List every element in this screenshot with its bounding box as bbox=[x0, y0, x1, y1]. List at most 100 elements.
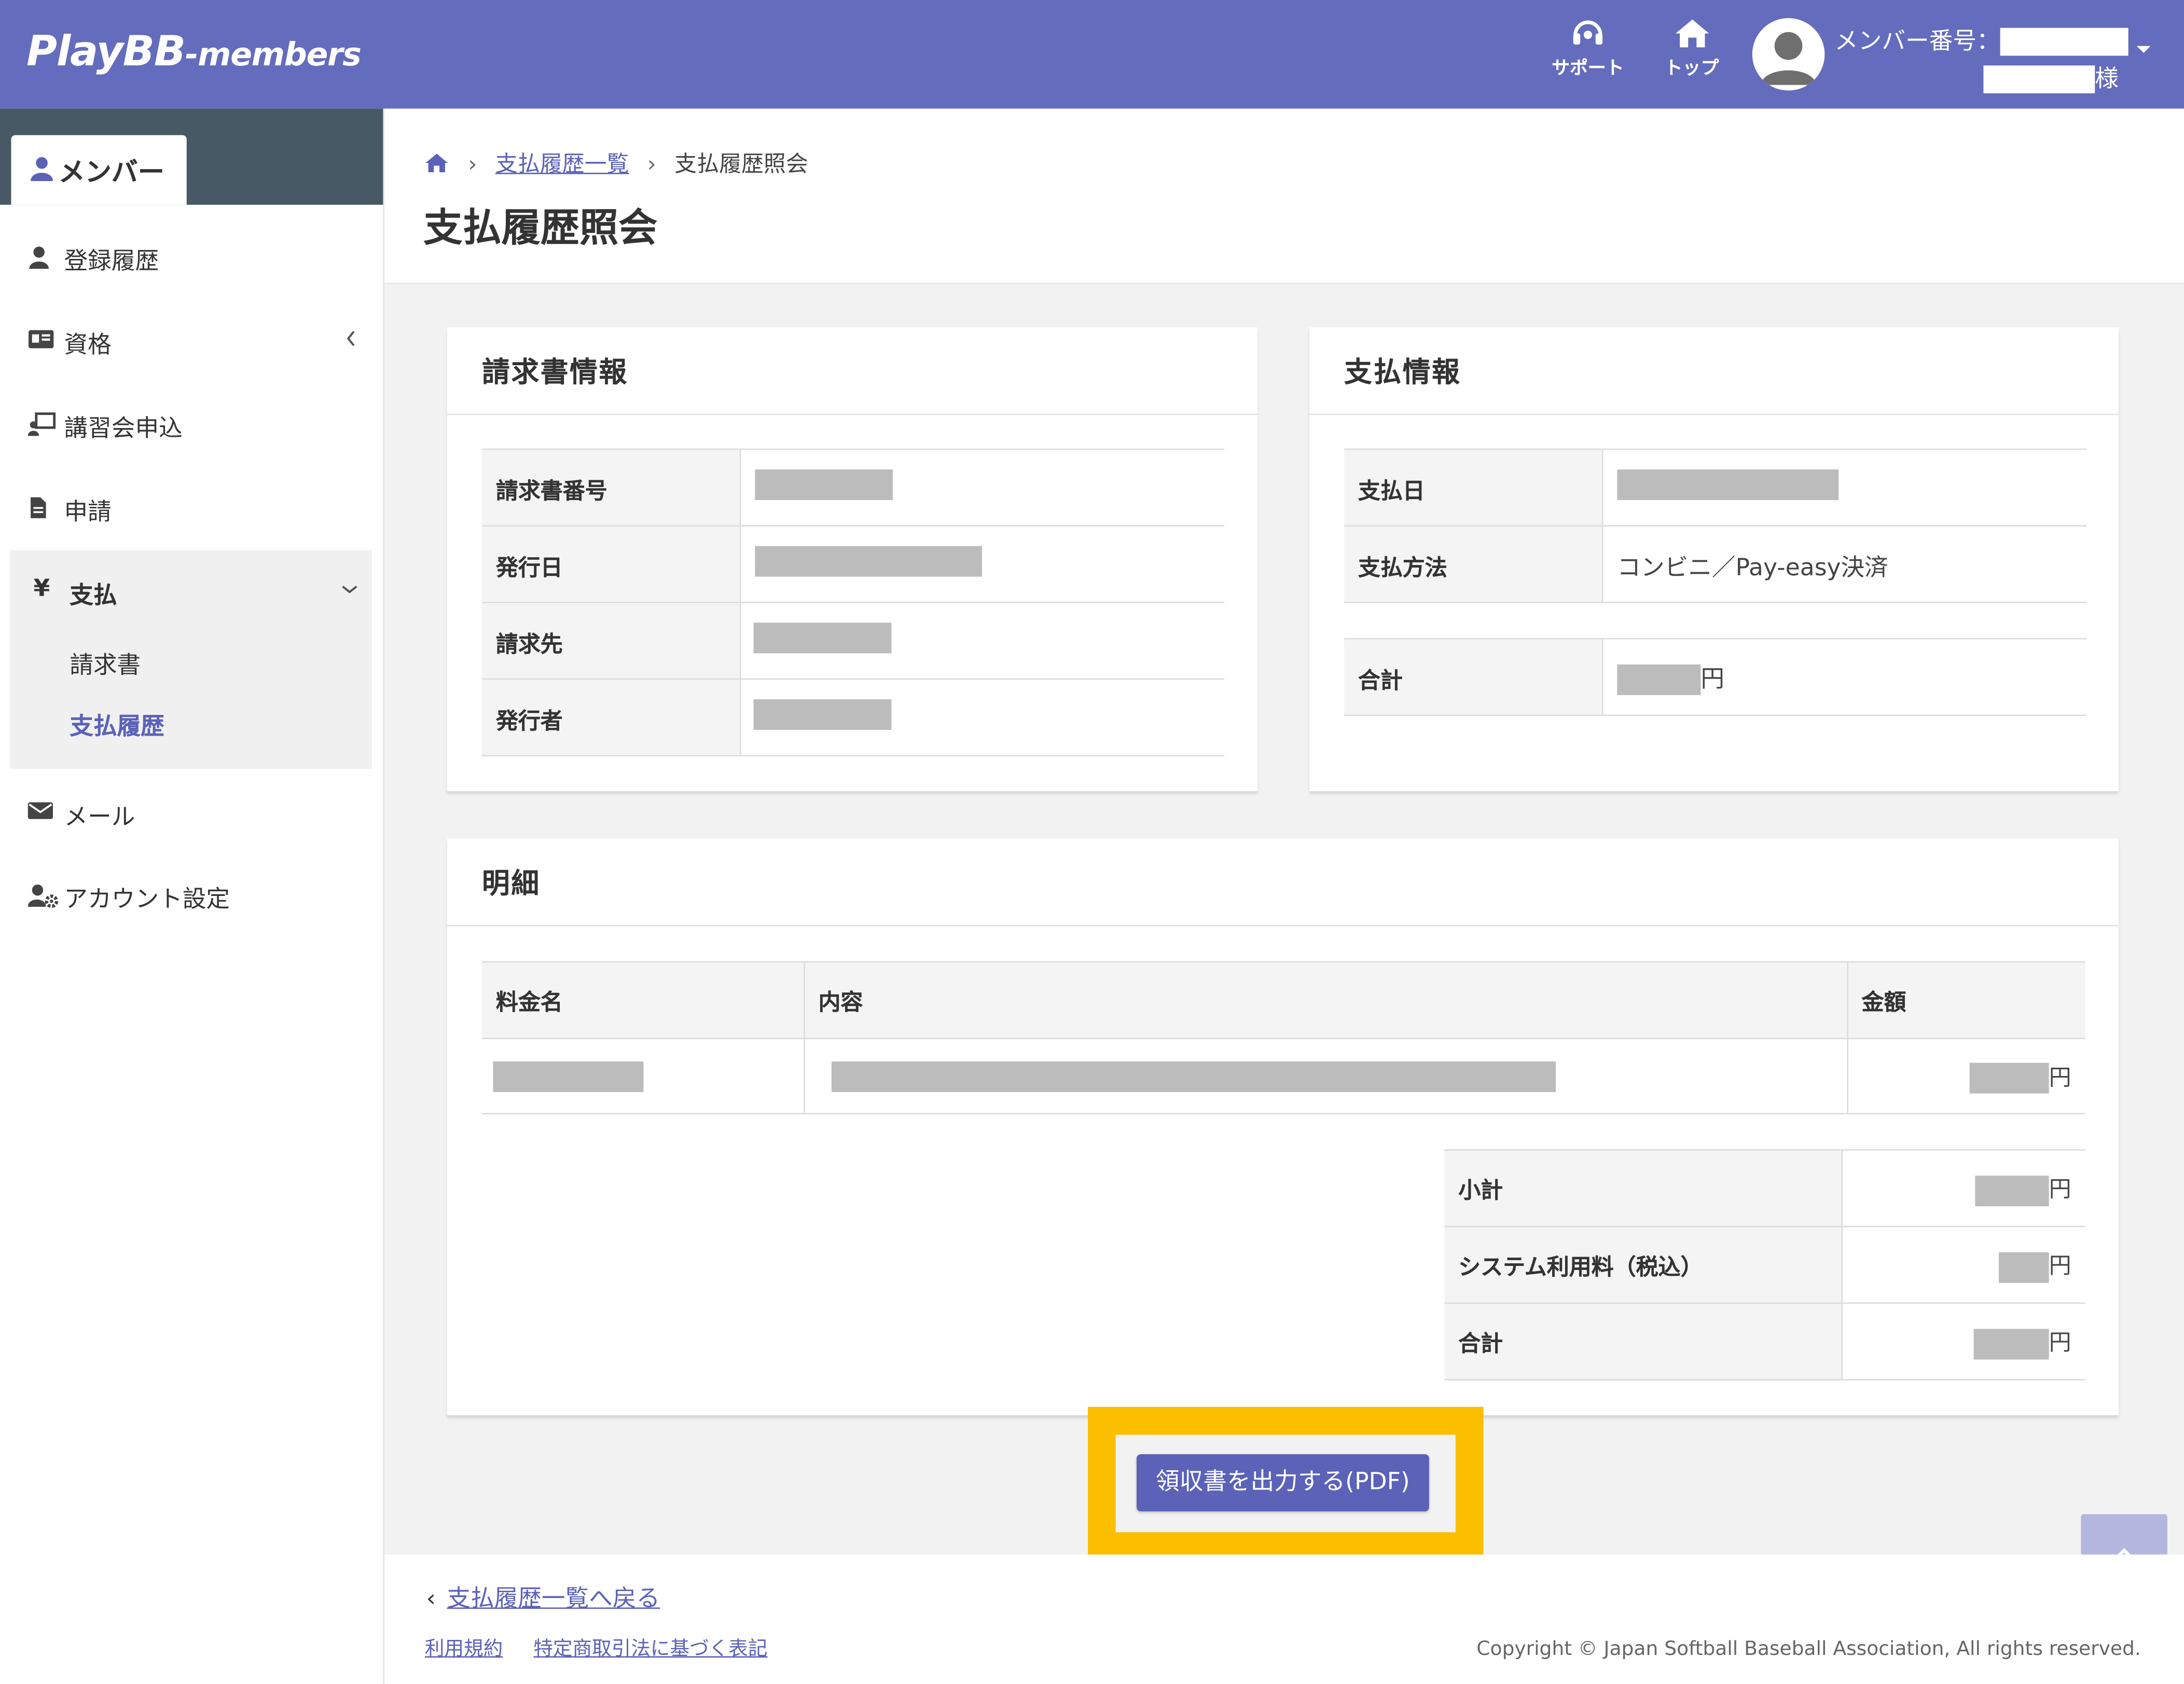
back-link-row: ‹ 支払履歴一覧へ戻る bbox=[426, 1578, 660, 1613]
highlight-inner: 領収書を出力する(PDF) bbox=[1115, 1434, 1456, 1533]
sidebar-subitem-invoice[interactable]: 請求書 bbox=[70, 645, 141, 680]
chevron-right-icon: › bbox=[647, 150, 656, 177]
user-silhouette-icon bbox=[1760, 32, 1817, 85]
yen-unit: 円 bbox=[2049, 1176, 2071, 1203]
details-card: 明細 料金名 内容 金額 円 小計円 システム利用料（税込）円 合計円 bbox=[447, 838, 2119, 1415]
table-row: 支払方法 コンビニ／Pay-easy決済 bbox=[1344, 526, 2087, 603]
field-label: 支払日 bbox=[1344, 450, 1604, 526]
member-name-redacted bbox=[1983, 65, 2095, 93]
home-icon bbox=[1675, 19, 1709, 48]
yen-unit: 円 bbox=[2049, 1064, 2071, 1091]
payment-info-table: 支払日 支払方法 コンビニ／Pay-easy決済 bbox=[1344, 448, 2087, 603]
member-number-redacted bbox=[2000, 27, 2128, 56]
chevron-down-icon bbox=[342, 585, 357, 593]
redacted-value bbox=[753, 699, 892, 730]
divider bbox=[447, 924, 2119, 927]
sidebar-group-payment: ¥ 支払 請求書 支払履歴 bbox=[9, 550, 372, 769]
yen-unit: 円 bbox=[2049, 1252, 2071, 1279]
table-row: 発行日 bbox=[482, 526, 1225, 603]
payment-card-title: 支払情報 bbox=[1344, 355, 1461, 389]
totals-table: 小計円 システム利用料（税込）円 合計円 bbox=[1444, 1149, 2085, 1381]
table-row: 請求先 bbox=[482, 603, 1225, 680]
column-header: 金額 bbox=[1847, 961, 2085, 1040]
redacted-value bbox=[1998, 1252, 2049, 1283]
field-label: 発行日 bbox=[482, 526, 741, 602]
field-label: 請求書番号 bbox=[482, 450, 741, 526]
yen-unit: 円 bbox=[1701, 666, 1725, 694]
total-label: 合計 bbox=[1444, 1303, 1842, 1381]
invoice-card-title: 請求書情報 bbox=[482, 355, 628, 389]
highlight-frame: 領収書を出力する(PDF) bbox=[1087, 1406, 1484, 1562]
redacted-value bbox=[493, 1060, 644, 1092]
support-nav[interactable]: サポート bbox=[1552, 17, 1624, 79]
redacted-value bbox=[1969, 1063, 2049, 1094]
breadcrumb-current: 支払履歴照会 bbox=[674, 150, 808, 177]
tab-member[interactable]: メンバー bbox=[11, 135, 187, 205]
user-gear-icon bbox=[27, 884, 59, 908]
payment-total-table: 合計 円 bbox=[1344, 638, 2087, 716]
sidebar-subitem-payment-history[interactable]: 支払履歴 bbox=[70, 706, 164, 741]
payment-method-value: コンビニ／Pay-easy決済 bbox=[1617, 554, 1888, 583]
envelope-icon bbox=[27, 802, 53, 819]
member-number-label: メンバー番号： bbox=[1834, 27, 2000, 56]
details-card-title: 明細 bbox=[482, 866, 541, 900]
table-row: システム利用料（税込） 円 bbox=[1444, 1226, 2085, 1304]
system-fee-label: システム利用料（税込） bbox=[1444, 1226, 1842, 1304]
breadcrumb-link-payment-list[interactable]: 支払履歴一覧 bbox=[495, 150, 629, 177]
table-row: 発行者 bbox=[482, 680, 1225, 756]
yen-unit: 円 bbox=[2049, 1329, 2071, 1356]
back-to-payment-list-link[interactable]: 支払履歴一覧へ戻る bbox=[447, 1585, 660, 1613]
home-icon[interactable] bbox=[423, 152, 450, 174]
table-row: 請求書番号 bbox=[482, 450, 1225, 527]
user-icon bbox=[31, 157, 53, 182]
breadcrumb: › 支払履歴一覧 › 支払履歴照会 bbox=[423, 145, 808, 178]
chevron-left-icon: ‹ bbox=[426, 1585, 436, 1613]
table-header-row: 料金名 内容 金額 bbox=[482, 961, 2085, 1040]
divider bbox=[1309, 413, 2119, 416]
top-label: トップ bbox=[1664, 58, 1719, 80]
page-header: › 支払履歴一覧 › 支払履歴照会 支払履歴照会 bbox=[384, 108, 2184, 284]
field-label: 請求先 bbox=[482, 603, 741, 679]
redacted-value bbox=[1973, 1328, 2049, 1359]
user-menu-caret-icon[interactable] bbox=[2136, 46, 2151, 53]
honorific: 様 bbox=[2095, 65, 2119, 93]
commercial-law-link[interactable]: 特定商取引法に基づく表記 bbox=[533, 1638, 767, 1661]
copyright: Copyright © Japan Softball Baseball Asso… bbox=[1476, 1638, 2141, 1661]
headset-icon bbox=[1573, 20, 1603, 45]
support-label: サポート bbox=[1552, 58, 1624, 80]
app-logo[interactable]: PlayBB-members bbox=[26, 28, 362, 77]
divider bbox=[447, 413, 1258, 416]
user-icon bbox=[29, 246, 49, 269]
member-name: 様 bbox=[1983, 59, 2119, 93]
redacted-value bbox=[1975, 1175, 2049, 1206]
chevron-right-icon: › bbox=[468, 150, 477, 177]
chevron-left-icon bbox=[347, 330, 355, 347]
top-header: PlayBB-members サポート トップ メンバー番号： 様 bbox=[0, 0, 2184, 109]
sidebar: メンバー 登録履歴 資格 講習会申込 申請 ¥ 支払 請求書 支払履歴 メール … bbox=[0, 108, 385, 1684]
table-row: 小計 円 bbox=[1444, 1150, 2085, 1227]
redacted-value bbox=[1617, 664, 1701, 695]
id-card-icon bbox=[29, 330, 54, 349]
redacted-value bbox=[1617, 469, 1839, 500]
column-header: 料金名 bbox=[482, 961, 805, 1040]
yen-icon: ¥ bbox=[33, 575, 50, 603]
table-row: 円 bbox=[482, 1038, 2085, 1114]
table-row: 合計 円 bbox=[1444, 1303, 2085, 1381]
redacted-value bbox=[753, 623, 892, 654]
redacted-value bbox=[755, 546, 982, 577]
column-header: 内容 bbox=[804, 961, 1848, 1040]
receipt-pdf-button[interactable]: 領収書を出力する(PDF) bbox=[1136, 1454, 1429, 1512]
terms-link[interactable]: 利用規約 bbox=[425, 1638, 503, 1661]
invoice-info-table: 請求書番号 発行日 請求先 発行者 bbox=[482, 448, 1225, 756]
table-row: 支払日 bbox=[1344, 450, 2087, 527]
subtotal-label: 小計 bbox=[1444, 1150, 1842, 1227]
field-label: 合計 bbox=[1344, 639, 1604, 715]
footer: ‹ 支払履歴一覧へ戻る 利用規約 特定商取引法に基づく表記 Copyright © … bbox=[384, 1554, 2184, 1684]
avatar[interactable] bbox=[1752, 18, 1825, 91]
field-label: 支払方法 bbox=[1344, 526, 1604, 602]
details-table: 料金名 内容 金額 円 bbox=[482, 961, 2085, 1114]
footer-links: 利用規約 特定商取引法に基づく表記 bbox=[425, 1634, 798, 1662]
redacted-value bbox=[831, 1060, 1555, 1092]
top-nav[interactable]: トップ bbox=[1665, 17, 1719, 79]
page-title: 支払履歴照会 bbox=[423, 204, 658, 251]
